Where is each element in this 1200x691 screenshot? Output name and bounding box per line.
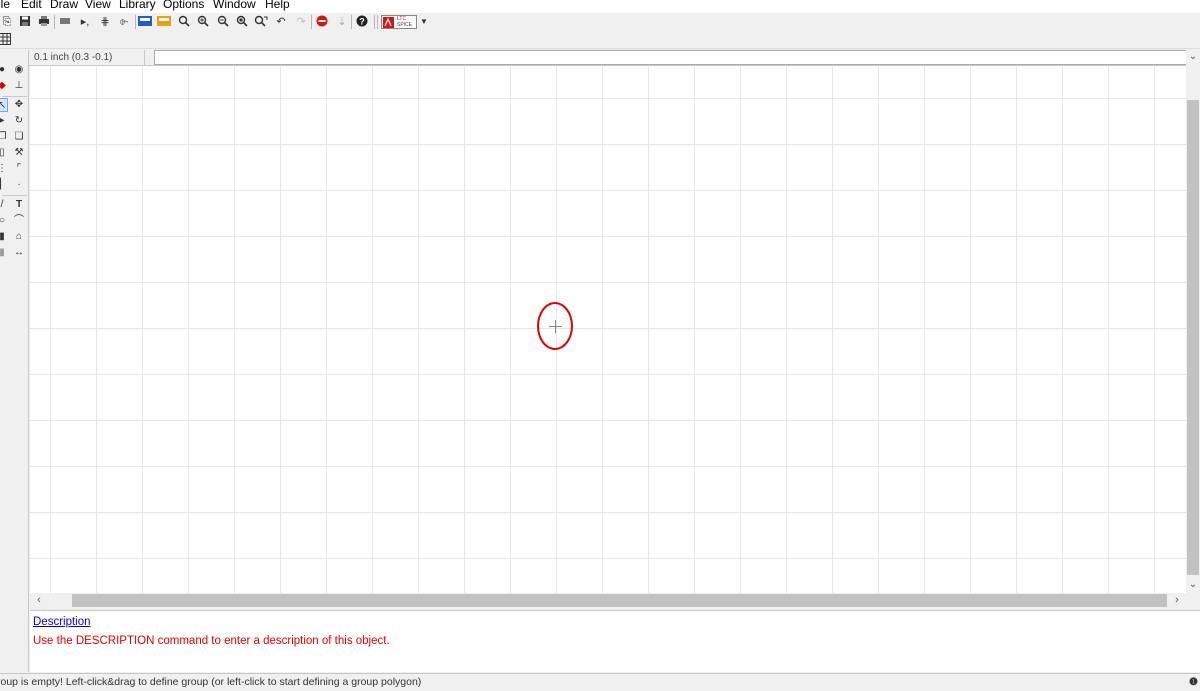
pointer-icon[interactable]: ▸	[0, 114, 8, 128]
menu-file[interactable]: ile	[0, 0, 10, 10]
pin-icon[interactable]: ▸,	[78, 15, 92, 29]
arc-icon[interactable]: ⌒	[13, 214, 25, 228]
scroll-left-icon[interactable]: ‹	[32, 593, 46, 608]
eye-icon[interactable]: ◉	[13, 63, 25, 77]
fill-icon[interactable]: ▮	[0, 246, 8, 260]
baseline-icon[interactable]: ⊥	[13, 79, 25, 93]
rectangle-icon[interactable]: ▮	[0, 230, 8, 244]
align-icon[interactable]: ▍	[0, 178, 8, 192]
stretch-icon[interactable]: ⋮	[0, 162, 8, 176]
coordinate-bar: 0.1 inch (0.3 -0.1) ⌄	[29, 50, 1200, 66]
label-net-icon[interactable]: ⌱	[117, 15, 131, 29]
menu-draw[interactable]: Draw	[50, 0, 78, 10]
grid-icon[interactable]: ⋕	[98, 15, 112, 29]
move-icon[interactable]: ✥	[13, 98, 25, 112]
status-message: roup is empty! Left-click&drag to define…	[0, 676, 422, 688]
scroll-right-icon[interactable]: ›	[1170, 593, 1184, 608]
delete-icon[interactable]: ▯	[0, 146, 8, 160]
new-schematic-icon[interactable]: ⎘	[0, 15, 14, 29]
sch-orange-icon[interactable]	[157, 15, 171, 29]
polygon-icon[interactable]: ⌂	[13, 230, 25, 244]
vertical-scroll-thumb[interactable]	[1187, 100, 1199, 575]
grid-toggle-icon[interactable]	[0, 33, 12, 47]
mirror-icon[interactable]: ↔	[13, 246, 25, 260]
corner-icon[interactable]: ⌜	[13, 162, 25, 176]
line-icon[interactable]: /	[0, 198, 8, 212]
probe-icon[interactable]: ⇣	[335, 15, 349, 29]
menu-window[interactable]: Window	[213, 0, 256, 10]
grid-coordinate-readout: 0.1 inch (0.3 -0.1)	[29, 50, 145, 65]
badge-line2: SPICE	[397, 22, 413, 28]
secondary-toolbar	[0, 31, 1200, 49]
menu-library[interactable]: Library	[119, 0, 156, 10]
status-bar: roup is empty! Left-click&drag to define…	[0, 673, 1200, 691]
print-icon[interactable]	[37, 15, 51, 29]
text-icon[interactable]: T	[13, 198, 25, 212]
zoom-fit-icon[interactable]	[235, 15, 249, 29]
paste-icon[interactable]: ❏	[13, 130, 25, 144]
menu-edit[interactable]: Edit	[21, 0, 42, 10]
menu-bar: ile Edit Draw View Library Options Windo…	[0, 0, 1200, 13]
redo-icon[interactable]: ↷	[294, 15, 308, 29]
dot-icon[interactable]: ∙	[13, 178, 25, 192]
scroll-down-icon[interactable]: ⌄	[1186, 578, 1200, 592]
wrench-icon[interactable]: ⚒	[13, 146, 25, 160]
select-arrow-icon[interactable]: ↖	[0, 98, 8, 112]
horizontal-scroll-thumb[interactable]	[72, 594, 1167, 607]
description-panel: Description Use the DESCRIPTION command …	[30, 610, 1200, 672]
scroll-up-icon[interactable]: ⌄	[1186, 50, 1200, 64]
rotate-icon[interactable]: ↻	[13, 114, 25, 128]
ltspice-badge[interactable]: LTC SPICE	[381, 15, 417, 29]
undo-icon[interactable]: ↶	[274, 15, 288, 29]
zoom-in-icon[interactable]	[177, 15, 191, 29]
circle-pin-icon[interactable]: ●	[0, 63, 8, 77]
description-link[interactable]: Description	[33, 616, 91, 628]
zoom-plus-icon[interactable]	[196, 15, 210, 29]
drawing-canvas[interactable]	[30, 66, 1186, 593]
halt-icon[interactable]	[315, 15, 329, 29]
horizontal-scrollbar[interactable]: ‹ ›	[30, 593, 1186, 608]
status-info-icon: ❶	[1189, 677, 1198, 688]
zoom-area-icon[interactable]	[254, 15, 268, 29]
crosshair-cursor-vertical	[555, 320, 556, 333]
copy-icon[interactable]: ❐	[0, 130, 8, 144]
zoom-minus-icon[interactable]	[216, 15, 230, 29]
help-icon[interactable]: ?	[355, 15, 369, 29]
description-hint: Use the DESCRIPTION command to enter a d…	[33, 635, 390, 647]
sch-blue-icon[interactable]	[138, 15, 152, 29]
red-pin-icon[interactable]: ◆	[0, 79, 8, 93]
main-toolbar: ⎘ ▸, ⋕ ⌱ ↶ ↷ ⇣ ? LTC SPICE ▼	[0, 13, 1200, 31]
circle-icon[interactable]: ○	[0, 214, 8, 228]
command-input[interactable]	[154, 50, 1200, 65]
chevron-down-icon[interactable]: ▼	[417, 15, 431, 29]
vertical-scrollbar[interactable]: ⌄ ⌄	[1186, 50, 1200, 593]
left-tool-palette: ● ◉ ◆ ⊥ ↖ ✥ ▸ ↻ ❐ ❏ ▯ ⚒ ⋮ ⌜ ▍ ∙ / T ○ ⌒ …	[0, 50, 29, 672]
menu-help[interactable]: Help	[265, 0, 290, 10]
save-icon[interactable]	[18, 15, 32, 29]
svg-text:?: ?	[359, 16, 365, 26]
menu-options[interactable]: Options	[163, 0, 204, 10]
menu-view[interactable]: View	[85, 0, 111, 10]
gray-block-icon[interactable]	[58, 15, 72, 29]
